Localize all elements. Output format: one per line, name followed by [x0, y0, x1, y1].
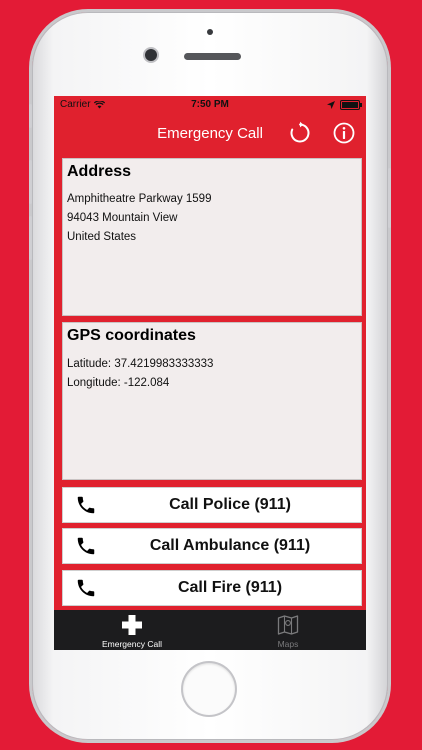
address-line-2: 94043 Mountain View — [67, 212, 178, 224]
gps-longitude: Longitude: -122.084 — [67, 377, 170, 389]
status-right — [327, 100, 362, 110]
gps-latitude: Latitude: 37.4219983333333 — [67, 358, 214, 370]
tab-emergency-call-label: Emergency Call — [102, 639, 162, 649]
tab-emergency-call[interactable]: Emergency Call — [54, 610, 210, 650]
call-police-button[interactable]: Call Police (911) — [62, 487, 362, 523]
address-card: Address Amphitheatre Parkway 1599 94043 … — [62, 158, 362, 316]
address-heading: Address — [67, 163, 132, 180]
tab-bar: Emergency Call Maps — [54, 610, 366, 650]
call-fire-label: Call Fire (911) — [177, 579, 283, 596]
call-fire-button[interactable]: Call Fire (911) — [62, 570, 362, 606]
earpiece-speaker — [184, 53, 241, 60]
location-arrow-icon — [327, 101, 335, 109]
plus-icon — [122, 615, 142, 635]
call-ambulance-label: Call Ambulance (911) — [149, 537, 311, 554]
battery-icon — [340, 100, 362, 110]
tab-maps[interactable]: Maps — [210, 610, 366, 650]
phone-icon — [77, 537, 95, 555]
nav-title: Emergency Call — [157, 125, 263, 142]
app-content: Carrier 7:50 PM Emergency Call Address A… — [54, 96, 366, 610]
home-button[interactable] — [183, 663, 235, 715]
call-ambulance-button[interactable]: Call Ambulance (911) — [62, 528, 362, 564]
status-time: 7:50 PM — [191, 99, 229, 110]
info-icon[interactable] — [332, 121, 356, 145]
power-button — [388, 168, 391, 228]
proximity-sensor — [207, 29, 213, 35]
phone-icon — [77, 496, 95, 514]
address-line-3: United States — [67, 231, 137, 243]
front-camera — [145, 49, 157, 61]
screen: Carrier 7:50 PM Emergency Call Address A… — [54, 96, 366, 650]
map-icon — [277, 615, 299, 635]
tab-maps-label: Maps — [277, 639, 299, 649]
volume-down-button — [29, 216, 32, 260]
phone-frame: Carrier 7:50 PM Emergency Call Address A… — [29, 12, 391, 740]
refresh-icon[interactable] — [288, 121, 312, 145]
gps-card: GPS coordinates Latitude: 37.42199833333… — [62, 322, 362, 480]
phone-icon — [77, 579, 95, 597]
mute-switch — [29, 104, 32, 128]
call-police-label: Call Police (911) — [169, 496, 291, 513]
volume-up-button — [29, 160, 32, 204]
status-bar: Carrier 7:50 PM — [54, 96, 366, 116]
address-line-1: Amphitheatre Parkway 1599 — [67, 193, 212, 205]
navigation-bar: Emergency Call — [54, 116, 366, 150]
gps-heading: GPS coordinates — [67, 327, 196, 344]
